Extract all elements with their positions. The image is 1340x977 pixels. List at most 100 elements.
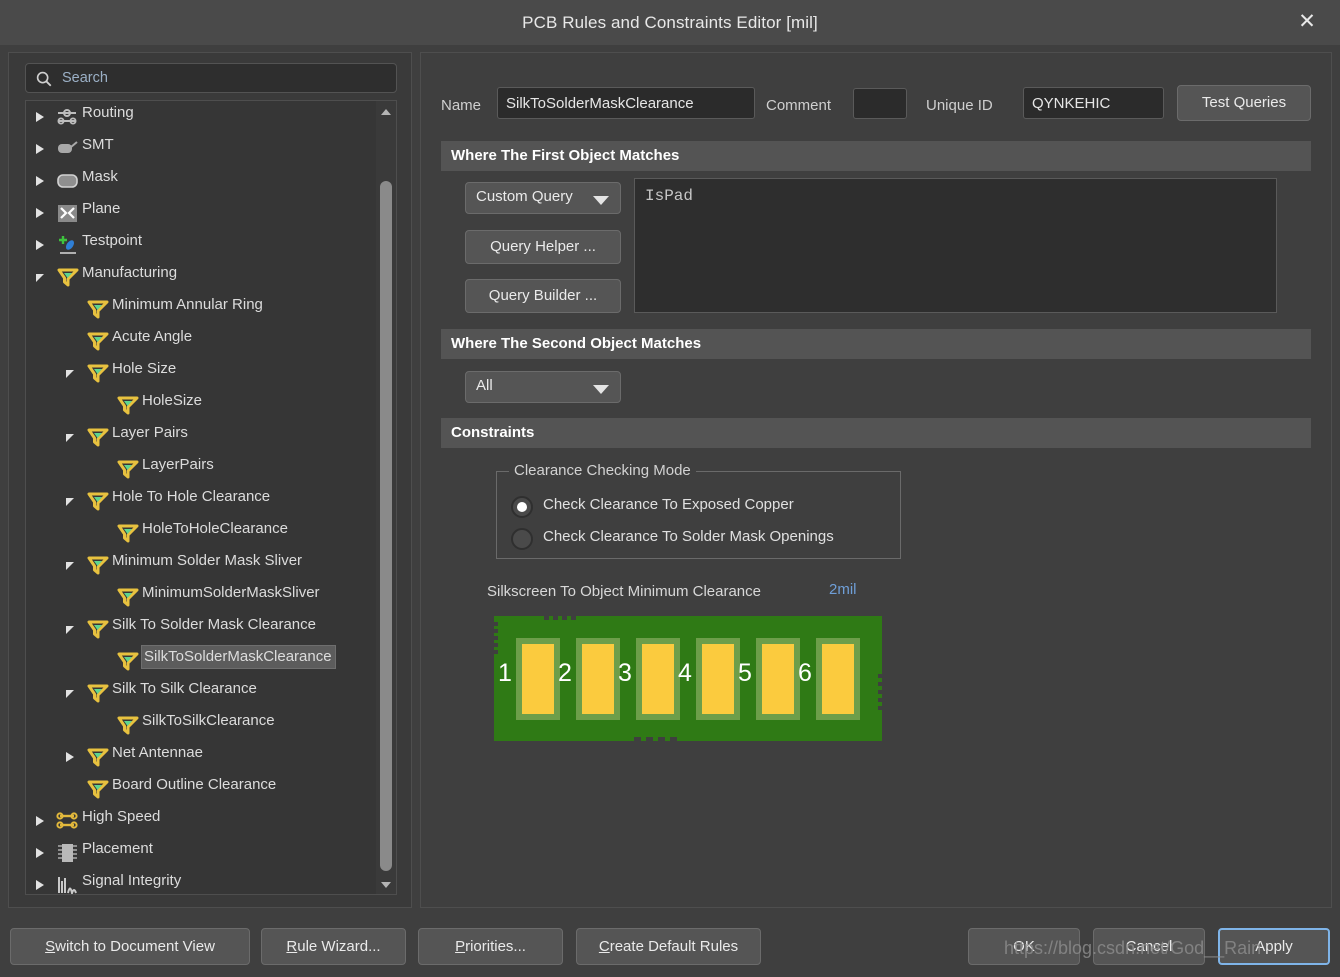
collapse-arrow-icon[interactable] <box>36 274 44 282</box>
name-field[interactable] <box>497 87 755 119</box>
pad-number-label: 5 <box>738 659 752 687</box>
tree-item-minimumsoldermasksliver[interactable]: MinimumSolderMaskSliver <box>26 581 378 613</box>
scroll-up-icon[interactable] <box>376 103 396 121</box>
tree-item-testpoint[interactable]: Testpoint <box>26 229 378 261</box>
collapse-arrow-icon[interactable] <box>66 626 74 634</box>
tree-item-silktosilkclearance[interactable]: SilkToSilkClearance <box>26 709 378 741</box>
silkscreen-clearance-label: Silkscreen To Object Minimum Clearance <box>487 583 761 600</box>
scroll-down-icon[interactable] <box>376 876 396 894</box>
rule-flag-icon <box>116 650 140 672</box>
tree-item-plane[interactable]: Plane <box>26 197 378 229</box>
tree-item-manufacturing[interactable]: Manufacturing <box>26 261 378 293</box>
pcb-preview-graphic: 1 2 3 4 5 6 <box>494 616 882 741</box>
tree-item-layer-pairs[interactable]: Layer Pairs <box>26 421 378 453</box>
unique-id-label: Unique ID <box>926 97 993 114</box>
rule-flag-icon <box>116 458 140 480</box>
expand-arrow-icon[interactable] <box>36 176 44 186</box>
expand-arrow-icon[interactable] <box>36 816 44 826</box>
comment-field[interactable] <box>853 88 907 119</box>
board-edge-notch <box>571 616 576 620</box>
search-input[interactable] <box>60 64 390 92</box>
close-icon[interactable]: ✕ <box>1288 4 1326 40</box>
tree-item-minimum-annular-ring[interactable]: Minimum Annular Ring <box>26 293 378 325</box>
tree-item-high-speed[interactable]: High Speed <box>26 805 378 837</box>
unique-id-field[interactable] <box>1023 87 1164 119</box>
pad-number-label: 1 <box>498 659 512 687</box>
tree-item-label: SilkToSilkClearance <box>142 712 275 729</box>
expand-arrow-icon[interactable] <box>36 240 44 250</box>
pcb-pad <box>582 644 614 714</box>
board-edge-notch <box>658 737 665 741</box>
pad-number-label: 6 <box>798 659 812 687</box>
collapse-arrow-icon[interactable] <box>66 690 74 698</box>
tree-item-mask[interactable]: Mask <box>26 165 378 197</box>
rule-wizard-button[interactable]: Rule Wizard... <box>261 928 406 965</box>
tree-item-silktosoldermaskclearance[interactable]: SilkToSolderMaskClearance <box>26 645 378 677</box>
tree-item-hole-to-hole-clearance[interactable]: Hole To Hole Clearance <box>26 485 378 517</box>
constraints-header: Constraints <box>441 418 1311 448</box>
collapse-arrow-icon[interactable] <box>66 562 74 570</box>
wizard-rest: ule Wizard... <box>297 938 381 955</box>
tree-item-label: Board Outline Clearance <box>112 776 277 793</box>
comment-label: Comment <box>766 97 832 114</box>
tree-item-acute-angle[interactable]: Acute Angle <box>26 325 378 357</box>
second-object-scope-select[interactable]: All <box>465 371 621 403</box>
switch-to-document-view-button[interactable]: Switch to Document View <box>10 928 250 965</box>
tree-item-board-outline-clearance[interactable]: Board Outline Clearance <box>26 773 378 805</box>
collapse-arrow-icon[interactable] <box>66 498 74 506</box>
board-edge-notch <box>494 650 498 654</box>
collapse-arrow-icon[interactable] <box>66 434 74 442</box>
ok-button[interactable]: OK <box>968 928 1080 965</box>
create-default-rules-button[interactable]: Create Default Rules <box>576 928 761 965</box>
expand-arrow-icon[interactable] <box>36 880 44 890</box>
tree-item-layerpairs[interactable]: LayerPairs <box>26 453 378 485</box>
board-edge-notch <box>562 616 567 620</box>
pad-mask-opening <box>636 638 680 720</box>
board-edge-notch <box>494 622 498 626</box>
tree-item-placement[interactable]: Placement <box>26 837 378 869</box>
tree-scrollbar[interactable] <box>376 101 396 894</box>
first-object-query-input[interactable]: IsPad <box>634 178 1277 313</box>
placement-icon <box>56 842 80 864</box>
clearance-checking-mode-label: Clearance Checking Mode <box>509 462 696 479</box>
priorities-button[interactable]: Priorities... <box>418 928 563 965</box>
rules-tree: Routing SMT Mask Plane Testpoint Manufacturin… <box>25 100 397 895</box>
expand-arrow-icon[interactable] <box>36 848 44 858</box>
tree-item-holetoholeclearance[interactable]: HoleToHoleClearance <box>26 517 378 549</box>
tree-item-label: Mask <box>82 168 118 185</box>
pcb-pad <box>822 644 854 714</box>
chevron-down-icon <box>593 196 609 205</box>
defaults-rest: reate Default Rules <box>609 938 739 955</box>
search-box[interactable] <box>25 63 397 93</box>
tree-item-label: Minimum Solder Mask Sliver <box>112 552 303 569</box>
first-object-scope-select[interactable]: Custom Query <box>465 182 621 214</box>
tree-item-minimum-solder-mask-sliver[interactable]: Minimum Solder Mask Sliver <box>26 549 378 581</box>
expand-arrow-icon[interactable] <box>36 208 44 218</box>
silkscreen-clearance-value[interactable]: 2mil <box>829 581 857 598</box>
tree-item-net-antennae[interactable]: Net Antennae <box>26 741 378 773</box>
tree-item-routing[interactable]: Routing <box>26 101 378 133</box>
scrollbar-thumb[interactable] <box>380 181 392 871</box>
query-helper-button[interactable]: Query Helper ... <box>465 230 621 264</box>
apply-button[interactable]: Apply <box>1218 928 1330 965</box>
tree-item-holesize[interactable]: HoleSize <box>26 389 378 421</box>
expand-arrow-icon[interactable] <box>66 752 74 762</box>
board-edge-notch <box>494 643 498 647</box>
window-title: PCB Rules and Constraints Editor [mil] <box>522 13 818 32</box>
tree-item-smt[interactable]: SMT <box>26 133 378 165</box>
high-speed-icon <box>56 810 80 832</box>
tree-item-silk-to-solder-mask-clearance[interactable]: Silk To Solder Mask Clearance <box>26 613 378 645</box>
tree-item-hole-size[interactable]: Hole Size <box>26 357 378 389</box>
cancel-button[interactable]: Cancel <box>1093 928 1205 965</box>
chevron-down-icon <box>593 385 609 394</box>
expand-arrow-icon[interactable] <box>36 144 44 154</box>
query-builder-button[interactable]: Query Builder ... <box>465 279 621 313</box>
rule-flag-icon <box>86 426 110 448</box>
expand-arrow-icon[interactable] <box>36 112 44 122</box>
collapse-arrow-icon[interactable] <box>66 370 74 378</box>
rule-flag-icon <box>86 682 110 704</box>
pad-mask-opening <box>696 638 740 720</box>
tree-item-silk-to-silk-clearance[interactable]: Silk To Silk Clearance <box>26 677 378 709</box>
test-queries-button[interactable]: Test Queries <box>1177 85 1311 121</box>
tree-item-signal-integrity[interactable]: Signal Integrity <box>26 869 378 894</box>
